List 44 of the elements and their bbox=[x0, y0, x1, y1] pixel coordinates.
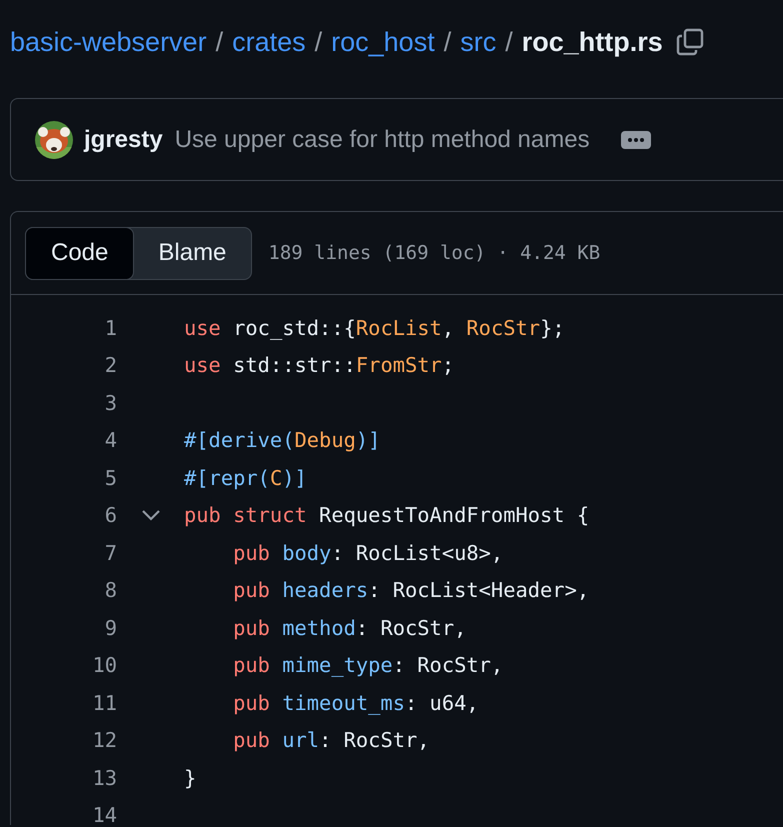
code-line: #[repr(C)] bbox=[184, 466, 307, 490]
line-number: 11 bbox=[91, 690, 117, 715]
code-line: pub struct RequestToAndFromHost { bbox=[184, 503, 590, 528]
code-line: pub timeout_ms: u64, bbox=[233, 690, 479, 715]
code-line: use roc_std::{RocList, RocStr}; bbox=[184, 316, 565, 340]
path-link[interactable]: src bbox=[460, 26, 496, 58]
line-number: 2 bbox=[104, 353, 117, 378]
ellipsis-icon bbox=[626, 136, 645, 142]
code-line: pub body: RocList<u8>, bbox=[233, 540, 504, 565]
more-button[interactable] bbox=[620, 130, 651, 148]
line-number: 3 bbox=[104, 390, 117, 415]
line-number: 7 bbox=[104, 540, 117, 565]
line-number: 9 bbox=[104, 616, 117, 640]
code-line: } bbox=[184, 766, 196, 790]
path-separator: / bbox=[216, 26, 224, 58]
code-line: pub url: RocStr, bbox=[233, 728, 430, 752]
copy-icon[interactable] bbox=[676, 28, 704, 56]
code-line: pub method: RocStr, bbox=[233, 616, 466, 640]
code-line: pub headers: RocList<Header>, bbox=[233, 578, 590, 602]
line-number: 6 bbox=[104, 503, 117, 528]
line-number: 5 bbox=[104, 466, 117, 490]
commit-message[interactable]: Use upper case for http method names bbox=[174, 126, 590, 154]
file-name: roc_http.rs bbox=[522, 26, 663, 58]
path-separator: / bbox=[314, 26, 322, 58]
file-info: 189 lines (169 loc) · 4.24 KB bbox=[268, 242, 600, 264]
chevron-down-icon[interactable] bbox=[140, 509, 160, 522]
code-line: #[derive(Debug)] bbox=[184, 428, 380, 452]
line-number: 12 bbox=[91, 728, 117, 752]
path-link[interactable]: crates bbox=[232, 26, 306, 58]
line-number: 14 bbox=[91, 803, 117, 825]
line-number: 8 bbox=[104, 578, 117, 602]
commit-author[interactable]: jgresty bbox=[84, 126, 163, 154]
line-number: 10 bbox=[91, 653, 117, 678]
code-line: use std::str::FromStr; bbox=[184, 353, 454, 378]
path-link[interactable]: basic-webserver bbox=[10, 26, 207, 58]
line-number: 4 bbox=[104, 428, 117, 452]
line-number: 1 bbox=[104, 316, 117, 340]
view-tab[interactable]: Blame bbox=[133, 228, 252, 278]
code-line: pub mime_type: RocStr, bbox=[233, 653, 504, 678]
view-tab[interactable]: Code bbox=[25, 226, 134, 280]
path-separator: / bbox=[505, 26, 513, 58]
line-number: 13 bbox=[91, 766, 117, 790]
path-link[interactable]: roc_host bbox=[331, 26, 435, 58]
path-separator: / bbox=[444, 26, 452, 58]
